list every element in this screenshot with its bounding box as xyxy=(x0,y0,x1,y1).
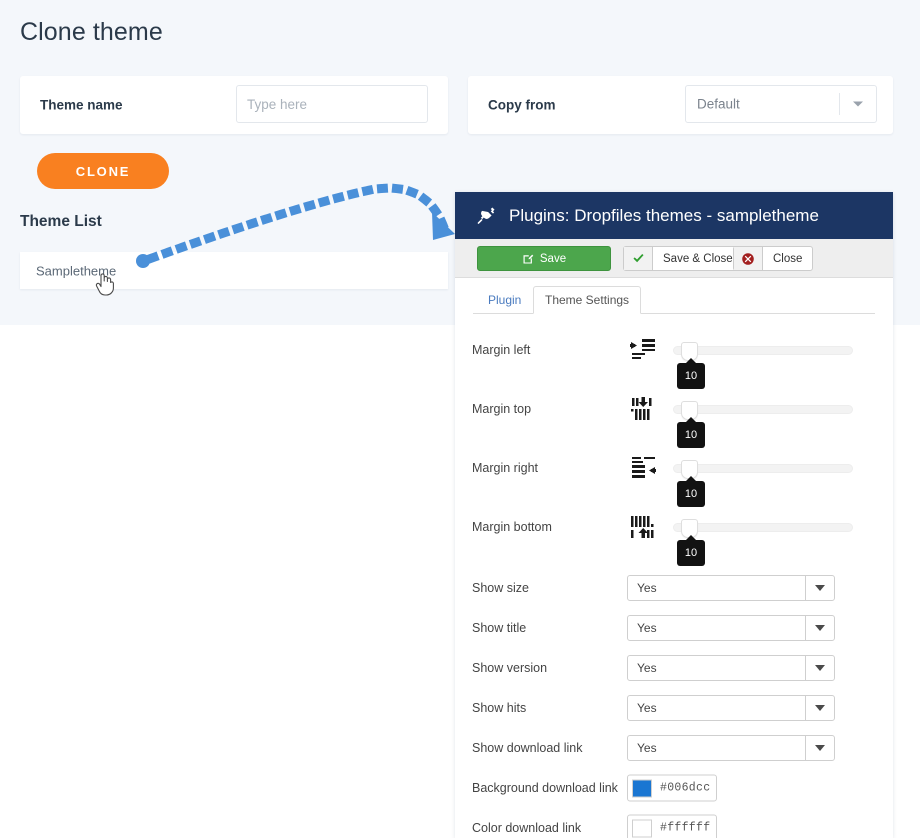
close-button[interactable]: Close xyxy=(733,246,813,271)
setting-label: Show download link xyxy=(472,741,583,755)
modal-toolbar: Save Save & Close Close xyxy=(455,239,893,278)
setting-label: Background download link xyxy=(472,781,618,795)
slider-value-tooltip: 10 xyxy=(677,540,705,566)
slider-track[interactable] xyxy=(673,405,853,414)
theme-name-label: Theme name xyxy=(40,98,123,113)
chevron-down-icon xyxy=(815,705,825,711)
show-hits-select[interactable]: Yes xyxy=(627,695,835,721)
indent-bottom-icon xyxy=(630,514,656,540)
margin-left-slider[interactable]: 10 xyxy=(673,341,853,359)
setting-row: Show title Yes xyxy=(455,608,893,648)
tab-plugin[interactable]: Plugin xyxy=(477,286,532,314)
checkmark-icon xyxy=(624,247,653,270)
save-button-label: Save xyxy=(540,253,566,265)
plugin-settings-modal: Plugins: Dropfiles themes - sampletheme … xyxy=(455,192,893,838)
modal-tabs: Plugin Theme Settings xyxy=(455,277,893,314)
select-divider xyxy=(805,576,806,600)
chevron-down-icon xyxy=(853,102,863,107)
chevron-down-icon xyxy=(815,585,825,591)
page-title: Clone theme xyxy=(20,18,163,47)
copy-from-select[interactable]: Default xyxy=(685,85,877,123)
background-download-link-color-field[interactable]: #006dcc xyxy=(627,775,717,802)
theme-list-heading: Theme List xyxy=(20,213,102,231)
setting-label: Show size xyxy=(472,581,529,595)
select-divider xyxy=(839,93,840,115)
show-version-select[interactable]: Yes xyxy=(627,655,835,681)
setting-label: Show version xyxy=(472,661,547,675)
close-circle-icon xyxy=(734,247,763,270)
chevron-down-icon xyxy=(815,665,825,671)
plug-icon xyxy=(475,205,497,227)
save-and-close-label: Save & Close xyxy=(653,253,743,265)
setting-label: Show title xyxy=(472,621,526,635)
setting-row: Show download link Yes xyxy=(455,728,893,768)
save-button[interactable]: Save xyxy=(477,246,611,271)
setting-label: Margin left xyxy=(472,343,530,357)
select-divider xyxy=(805,656,806,680)
select-value: Yes xyxy=(637,621,657,635)
theme-name-input[interactable] xyxy=(236,85,428,123)
setting-row: Show version Yes xyxy=(455,648,893,688)
modal-title: Plugins: Dropfiles themes - sampletheme xyxy=(509,206,819,226)
select-divider xyxy=(805,696,806,720)
setting-row: Margin bottom 10 xyxy=(455,507,893,547)
tab-theme-settings[interactable]: Theme Settings xyxy=(533,286,641,314)
slider-value-tooltip: 10 xyxy=(677,363,705,389)
setting-label: Color download link xyxy=(472,821,581,835)
indent-right-icon xyxy=(630,455,656,481)
indent-top-icon xyxy=(630,396,656,422)
edit-pencil-icon xyxy=(522,253,534,265)
slider-track[interactable] xyxy=(673,464,853,473)
setting-label: Margin right xyxy=(472,461,538,475)
color-hex-value: #ffffff xyxy=(660,822,710,835)
copy-from-card: Copy from Default xyxy=(468,76,893,134)
color-download-link-color-field[interactable]: #ffffff xyxy=(627,815,717,838)
select-divider xyxy=(805,736,806,760)
select-value: Yes xyxy=(637,741,657,755)
chevron-down-icon xyxy=(815,745,825,751)
slider-track[interactable] xyxy=(673,523,853,532)
margin-bottom-slider[interactable]: 10 xyxy=(673,518,853,536)
setting-row: Margin top 10 xyxy=(455,389,893,429)
slider-track[interactable] xyxy=(673,346,853,355)
setting-label: Margin bottom xyxy=(472,520,552,534)
select-value: Yes xyxy=(637,661,657,675)
save-and-close-button[interactable]: Save & Close xyxy=(623,246,744,271)
chevron-down-icon xyxy=(815,625,825,631)
slider-value-tooltip: 10 xyxy=(677,422,705,448)
color-hex-value: #006dcc xyxy=(660,782,710,795)
close-button-label: Close xyxy=(763,253,812,265)
setting-row: Margin right 10 xyxy=(455,448,893,488)
copy-from-value: Default xyxy=(697,97,740,112)
theme-name-card: Theme name xyxy=(20,76,448,134)
setting-label: Show hits xyxy=(472,701,526,715)
show-download-link-select[interactable]: Yes xyxy=(627,735,835,761)
copy-from-label: Copy from xyxy=(488,98,556,113)
slider-value-tooltip: 10 xyxy=(677,481,705,507)
theme-settings-panel: Margin left 10 Margin top xyxy=(455,314,893,838)
setting-row: Margin left 10 xyxy=(455,330,893,370)
indent-left-icon xyxy=(630,337,656,363)
modal-titlebar: Plugins: Dropfiles themes - sampletheme xyxy=(455,192,893,239)
margin-top-slider[interactable]: 10 xyxy=(673,400,853,418)
setting-row: Background download link #006dcc xyxy=(455,768,893,808)
setting-label: Margin top xyxy=(472,402,531,416)
select-value: Yes xyxy=(637,701,657,715)
setting-row: Color download link #ffffff xyxy=(455,808,893,838)
hand-cursor-icon xyxy=(94,270,116,296)
clone-button[interactable]: CLONE xyxy=(37,153,169,189)
color-swatch[interactable] xyxy=(632,779,652,797)
show-size-select[interactable]: Yes xyxy=(627,575,835,601)
color-swatch[interactable] xyxy=(632,819,652,837)
setting-row: Show hits Yes xyxy=(455,688,893,728)
setting-row: Show size Yes xyxy=(455,568,893,608)
select-divider xyxy=(805,616,806,640)
select-value: Yes xyxy=(637,581,657,595)
margin-right-slider[interactable]: 10 xyxy=(673,459,853,477)
theme-list-item[interactable]: Sampletheme xyxy=(20,252,448,289)
show-title-select[interactable]: Yes xyxy=(627,615,835,641)
